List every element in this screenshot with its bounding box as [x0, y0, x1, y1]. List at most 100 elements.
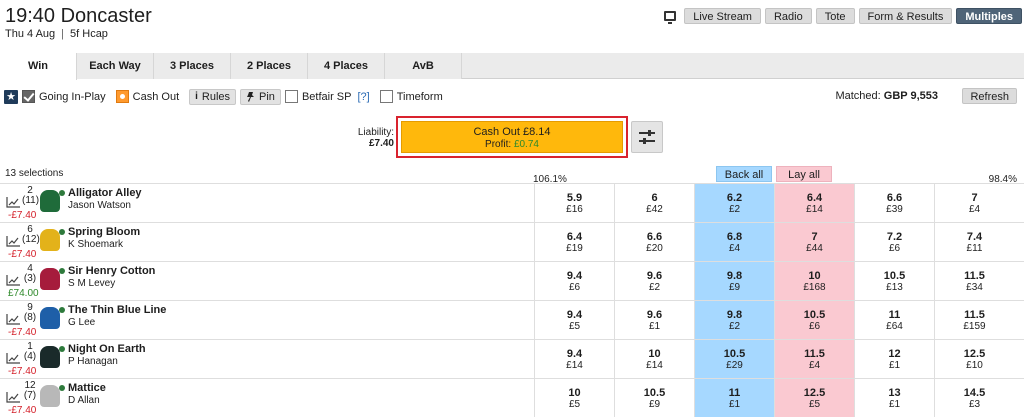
price-cell[interactable]: 10.5 £29 — [694, 340, 774, 378]
price-cell[interactable]: 9.6 £1 — [614, 301, 694, 339]
price-cell[interactable]: 6.6 £39 — [854, 184, 934, 222]
runner-name[interactable]: Spring Bloom — [68, 226, 140, 238]
tab-4-places[interactable]: 4 Places — [308, 53, 385, 79]
price-cell[interactable]: 6.8 £4 — [694, 223, 774, 261]
price-cell[interactable]: 10 £168 — [774, 262, 854, 300]
multiples-button[interactable]: Multiples — [956, 8, 1022, 24]
tab-each-way[interactable]: Each Way — [77, 53, 154, 79]
price-cell[interactable]: 14.5 £3 — [934, 379, 1014, 417]
runner-row: 12 (7) Mattice D Allan -£7.40 10 £5 10.5 £9 11 £1 1… — [0, 378, 1024, 417]
price-cell[interactable]: 6.6 £20 — [614, 223, 694, 261]
price-cell[interactable]: 7 £4 — [934, 184, 1014, 222]
tote-button[interactable]: Tote — [815, 8, 855, 24]
chart-icon[interactable] — [6, 236, 20, 247]
tab-2-places[interactable]: 2 Places — [231, 53, 308, 79]
available-stake: £159 — [963, 321, 986, 332]
price-cell[interactable]: 12.5 £10 — [934, 340, 1014, 378]
race-header: 19:40 Doncaster Thu 4 Aug | 5f Hcap Live S… — [0, 0, 1024, 52]
available-stake: £14 — [566, 360, 583, 371]
available-stake: £4 — [968, 204, 981, 215]
runner-row: 2 (11) Alligator Alley Jason Watson -£7.40 5.… — [0, 183, 1024, 222]
cash-out-button[interactable]: Cash Out £8.14 Profit: £0.74 — [401, 121, 623, 153]
chart-icon[interactable] — [6, 275, 20, 286]
price-cell[interactable]: 9.8 £2 — [694, 301, 774, 339]
price-cell[interactable]: 7.4 £11 — [934, 223, 1014, 261]
odds: 12.5 — [963, 348, 986, 360]
runner-name[interactable]: Alligator Alley — [68, 187, 142, 199]
tv-icon — [664, 11, 677, 24]
price-cell[interactable]: 9.8 £9 — [694, 262, 774, 300]
odds: 11 — [888, 309, 901, 321]
price-cell[interactable]: 11 £64 — [854, 301, 934, 339]
jockey-silk-icon — [40, 190, 60, 212]
available-stake: £39 — [886, 204, 903, 215]
matched-amount: Matched: GBP 9,553 — [835, 90, 938, 102]
price-cell[interactable]: 9.4 £6 — [534, 262, 614, 300]
runner-row: 6 (12) Spring Bloom K Shoemark -£7.40 6.4 £19 6… — [0, 222, 1024, 261]
tab-avb[interactable]: AvB — [385, 53, 462, 79]
runner-name[interactable]: Mattice — [68, 382, 106, 394]
available-stake: £1 — [728, 399, 741, 410]
betfair-sp-checkbox[interactable] — [284, 90, 298, 103]
price-cell[interactable]: 10 £5 — [534, 379, 614, 417]
price-cell[interactable]: 11.5 £159 — [934, 301, 1014, 339]
silk-badge-icon — [59, 229, 65, 235]
price-cell[interactable]: 6 £42 — [614, 184, 694, 222]
chart-icon[interactable] — [6, 197, 20, 208]
available-stake: £64 — [886, 321, 903, 332]
price-cell[interactable]: 6.2 £2 — [694, 184, 774, 222]
price-cell[interactable]: 10.5 £9 — [614, 379, 694, 417]
betfair-sp-help-link[interactable]: [?] — [357, 91, 369, 103]
odds: 6.2 — [726, 192, 743, 204]
back-all-button[interactable]: Back all — [716, 166, 772, 182]
price-cell[interactable]: 12 £1 — [854, 340, 934, 378]
favourite-star-icon[interactable]: ★ — [4, 89, 18, 104]
price-cell[interactable]: 7 £44 — [774, 223, 854, 261]
refresh-button[interactable]: Refresh — [962, 88, 1017, 104]
available-stake: £1 — [648, 321, 661, 332]
chart-icon[interactable] — [6, 353, 20, 364]
tab-win[interactable]: Win — [0, 53, 77, 80]
cash-out-icon[interactable] — [115, 90, 129, 103]
tab-3-places[interactable]: 3 Places — [154, 53, 231, 79]
chart-icon[interactable] — [6, 392, 20, 403]
price-cell[interactable]: 13 £1 — [854, 379, 934, 417]
jockey-silk-icon — [40, 268, 60, 290]
lay-all-button[interactable]: Lay all — [776, 166, 832, 182]
radio-button[interactable]: Radio — [764, 8, 812, 24]
liability-value: £7.40 — [368, 138, 394, 149]
race-type: 5f Hcap — [70, 28, 108, 40]
rules-button[interactable]: i Rules — [189, 88, 237, 105]
price-cell[interactable]: 12.5 £5 — [774, 379, 854, 417]
runner-draw: (12) — [22, 234, 40, 245]
price-cell[interactable]: 11 £1 — [694, 379, 774, 417]
price-cell[interactable]: 10.5 £13 — [854, 262, 934, 300]
race-date: Thu 4 Aug — [5, 28, 56, 40]
chart-icon[interactable] — [6, 314, 20, 325]
odds: 11.5 — [804, 348, 825, 360]
price-cell[interactable]: 6.4 £19 — [534, 223, 614, 261]
available-stake: £5 — [808, 399, 821, 410]
cash-out-settings-button[interactable] — [631, 121, 663, 153]
price-cell[interactable]: 6.4 £14 — [774, 184, 854, 222]
price-cell[interactable]: 11.5 £4 — [774, 340, 854, 378]
price-cell[interactable]: 5.9 £16 — [534, 184, 614, 222]
runner-name[interactable]: Sir Henry Cotton — [68, 265, 155, 277]
price-cell[interactable]: 9.4 £14 — [534, 340, 614, 378]
live-stream-button[interactable]: Live Stream — [684, 8, 761, 24]
runner-name[interactable]: Night On Earth — [68, 343, 146, 355]
price-cell[interactable]: 10.5 £6 — [774, 301, 854, 339]
going-in-play-checkbox[interactable] — [22, 90, 35, 103]
betfair-sp-label: Betfair SP — [301, 90, 352, 103]
runner-name[interactable]: The Thin Blue Line — [68, 304, 166, 316]
price-cell[interactable]: 10 £14 — [614, 340, 694, 378]
available-stake: £9 — [728, 282, 741, 293]
timeform-checkbox[interactable] — [379, 90, 393, 103]
price-cell[interactable]: 11.5 £34 — [934, 262, 1014, 300]
price-cell[interactable]: 9.6 £2 — [614, 262, 694, 300]
form-results-button[interactable]: Form & Results — [858, 8, 953, 24]
price-cell[interactable]: 7.2 £6 — [854, 223, 934, 261]
price-cell[interactable]: 9.4 £5 — [534, 301, 614, 339]
odds: 9.6 — [646, 309, 663, 321]
pin-button[interactable]: Pin — [240, 88, 281, 105]
